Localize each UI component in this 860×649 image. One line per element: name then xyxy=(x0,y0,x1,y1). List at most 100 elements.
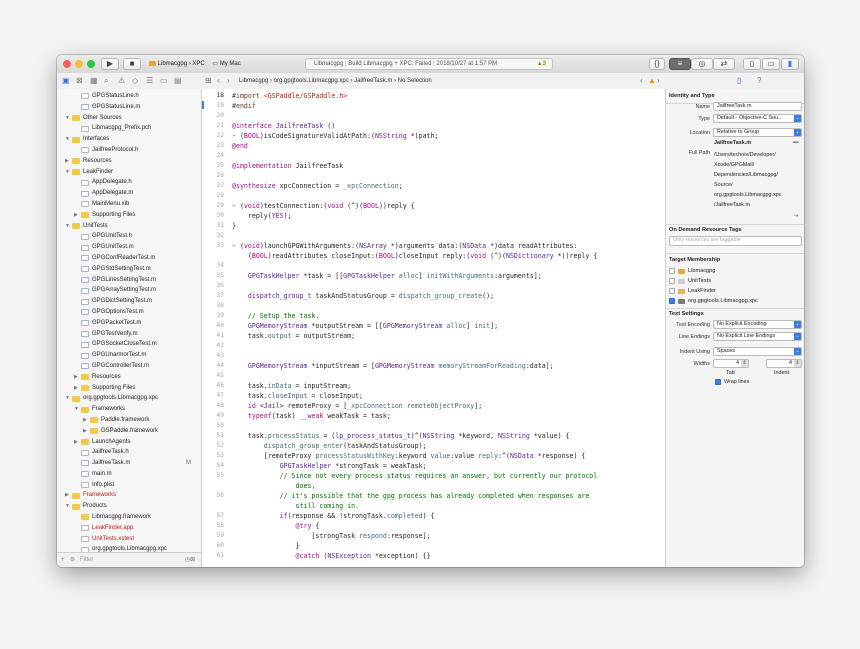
navigator-item[interactable]: GPGStdSettingTest.m xyxy=(57,264,201,275)
navigator-item[interactable]: ▼ Frameworks xyxy=(57,404,201,415)
disclosure-closed-icon[interactable]: ▶ xyxy=(83,426,87,437)
navigator-item[interactable]: ▼ org.gpgtools.Libmacgpg.xpc xyxy=(57,393,201,404)
target-row[interactable]: Libmacgpg xyxy=(666,266,804,276)
disclosure-closed-icon[interactable]: ▶ xyxy=(74,437,78,448)
target-row[interactable]: org.gpgtools.Libmacgpg.xpc xyxy=(666,296,804,306)
line-endings-popup[interactable]: No Explicit Line Endings ⌄ xyxy=(713,332,802,341)
navigator-item[interactable]: GPGUnitTest.m xyxy=(57,242,201,253)
file-inspector-icon[interactable]: ▯ xyxy=(737,76,741,86)
reveal-arrow-icon[interactable]: ➔ xyxy=(794,213,799,219)
related-items-icon[interactable]: ⊞ xyxy=(205,76,212,86)
navigator-item[interactable]: GPGPacketTest.m xyxy=(57,318,201,329)
library-button[interactable]: {} xyxy=(649,58,665,70)
code-line[interactable]: #endif xyxy=(232,102,256,110)
navigator-item[interactable]: Libmacgpg.framework xyxy=(57,512,201,523)
navigator-item[interactable]: ▼ Products xyxy=(57,501,201,512)
navigator-item[interactable]: GPGUnitTest.h xyxy=(57,231,201,242)
disclosure-closed-icon[interactable]: ▶ xyxy=(74,210,78,221)
code-line[interactable]: @end xyxy=(232,142,248,150)
stepper-icon[interactable]: ⇕ xyxy=(741,360,748,367)
disclosure-open-icon[interactable]: ▼ xyxy=(74,404,79,415)
code-line[interactable]: } xyxy=(232,222,236,230)
next-issue-icon[interactable]: › xyxy=(657,76,660,86)
source-control-icon[interactable]: ⊠ xyxy=(76,76,83,86)
back-icon[interactable]: ‹ xyxy=(217,76,220,86)
code-line[interactable]: GPGMemoryStream *outputStream = [[GPGMem… xyxy=(232,322,498,330)
navigator-item[interactable]: JailfreeTask.m M xyxy=(57,458,201,469)
toggle-inspector-button[interactable]: ▮ xyxy=(781,58,799,70)
navigator-item[interactable]: Libmacgpg_Prefix.pch xyxy=(57,123,201,134)
navigator-item[interactable]: GPGSocketCloseTest.m xyxy=(57,339,201,350)
navigator-item[interactable]: LeakFinder.app xyxy=(57,523,201,534)
zoom-window-button[interactable] xyxy=(87,60,95,68)
navigator-item[interactable]: JailfreeProtocol.h xyxy=(57,145,201,156)
project-navigator-icon[interactable]: ▣ xyxy=(62,76,70,86)
navigator-item[interactable]: GPGDictSettingTest.m xyxy=(57,296,201,307)
code-line[interactable]: dispatch_group_enter(taskAndStatusGroup)… xyxy=(232,442,427,450)
target-row[interactable]: LeakFinder xyxy=(666,286,804,296)
filter-input[interactable]: Filter xyxy=(80,553,93,567)
folder-icon[interactable]: ▬ xyxy=(793,139,798,145)
code-line[interactable]: - (BOOL)isCodeSignatureValidAtPath:(NSSt… xyxy=(232,132,438,140)
code-line[interactable]: // Setup the task. xyxy=(232,312,319,320)
code-line[interactable]: // Since not every process status requir… xyxy=(232,472,598,480)
code-line[interactable]: task.output = outputStream; xyxy=(232,332,355,340)
navigator-item[interactable]: AppDelegate.m xyxy=(57,188,201,199)
navigator-item[interactable]: JailfreeTask.h xyxy=(57,447,201,458)
code-line[interactable]: @interface JailfreeTask () xyxy=(232,122,335,130)
navigator-item[interactable]: GPGTestVerify.m xyxy=(57,329,201,340)
navigator-item[interactable]: main.m xyxy=(57,469,201,480)
disclosure-closed-icon[interactable]: ▶ xyxy=(74,383,78,394)
code-line[interactable]: reply(YES); xyxy=(232,212,292,220)
disclosure-open-icon[interactable]: ▼ xyxy=(65,167,70,178)
code-line[interactable]: #import <GSPaddle/GSPaddle.h> xyxy=(232,92,347,100)
navigator-item[interactable]: ▼ LeakFinder xyxy=(57,167,201,178)
version-editor-button[interactable]: ⇄ xyxy=(713,58,735,70)
code-line[interactable]: if(response && !strongTask.completed) { xyxy=(232,512,435,520)
code-line[interactable]: @catch (NSException *exception) {} xyxy=(232,552,431,560)
navigator-item[interactable]: GPGLinesSettingTest.m xyxy=(57,275,201,286)
encoding-popup[interactable]: No Explicit Encoding ⌄ xyxy=(713,320,802,329)
disclosure-open-icon[interactable]: ▼ xyxy=(65,393,70,404)
code-line[interactable]: GPGTaskHelper *task = [[GPGTaskHelper al… xyxy=(232,272,542,280)
issue-navigator-icon[interactable]: ⚠ xyxy=(118,76,125,86)
indent-using-popup[interactable]: Spaces ⌄ xyxy=(713,347,802,356)
code-line[interactable]: still coming in. xyxy=(232,502,360,510)
code-line[interactable]: [strongTask respond:response]; xyxy=(232,532,430,540)
disclosure-open-icon[interactable]: ▼ xyxy=(65,221,70,232)
target-checkbox[interactable] xyxy=(669,278,675,284)
indent-width-field[interactable]: 4 ⇕ xyxy=(766,359,802,368)
navigator-item[interactable]: AppDelegate.h xyxy=(57,177,201,188)
assistant-editor-button[interactable]: ◎ xyxy=(691,58,713,70)
code-line[interactable]: dispatch_group_t taskAndStatusGroup = di… xyxy=(232,292,494,300)
type-popup[interactable]: Default - Objective-C Sou... ⌄ xyxy=(713,114,802,123)
stop-button[interactable]: ■ xyxy=(123,58,141,70)
recent-files-icon[interactable]: ◷⊠ xyxy=(185,553,195,567)
code-line[interactable]: - (void)testConnection:(void (^)(BOOL))r… xyxy=(232,202,415,210)
stepper-icon[interactable]: ⇕ xyxy=(794,360,801,367)
jump-bar-path[interactable]: Libmacgpg › org.gpgtools.Libmacgpg.xpc ›… xyxy=(239,76,432,86)
minimize-window-button[interactable] xyxy=(75,60,83,68)
code-line[interactable]: @try { xyxy=(232,522,320,530)
disclosure-closed-icon[interactable]: ▶ xyxy=(83,415,87,426)
navigator-item[interactable]: GPGControllerTest.m xyxy=(57,361,201,372)
disclosure-closed-icon[interactable]: ▶ xyxy=(65,490,69,501)
navigator-item[interactable]: ▶ Paddle.framework xyxy=(57,415,201,426)
code-line[interactable]: task.inData = inputStream; xyxy=(232,382,351,390)
code-line[interactable]: typeof(task) __weak weakTask = task; xyxy=(232,412,391,420)
navigator-item[interactable]: MainMenu.xib xyxy=(57,199,201,210)
disclosure-open-icon[interactable]: ▼ xyxy=(65,501,70,512)
location-popup[interactable]: Relative to Group ⌄ xyxy=(713,128,802,137)
navigator-item[interactable]: ▶ Supporting Files xyxy=(57,210,201,221)
navigator-item[interactable]: GPGUnarmorTest.m xyxy=(57,350,201,361)
navigator-item[interactable]: ▼ Other Sources xyxy=(57,113,201,124)
disclosure-open-icon[interactable]: ▼ xyxy=(65,134,70,145)
code-line[interactable]: GPGTaskHelper *strongTask = weakTask; xyxy=(232,462,427,470)
resource-tags-field[interactable]: Only resources are taggable xyxy=(669,236,802,246)
navigator-item[interactable]: ▶ Supporting Files xyxy=(57,383,201,394)
wrap-lines-checkbox[interactable] xyxy=(715,379,721,385)
target-row[interactable]: UnitTests xyxy=(666,276,804,286)
activity-viewer[interactable]: Libmacgpg | Build Libmacgpg + XPC: Faile… xyxy=(305,58,553,70)
navigator-item[interactable]: ▼ UnitTests xyxy=(57,221,201,232)
run-button[interactable]: ▶ xyxy=(101,58,119,70)
